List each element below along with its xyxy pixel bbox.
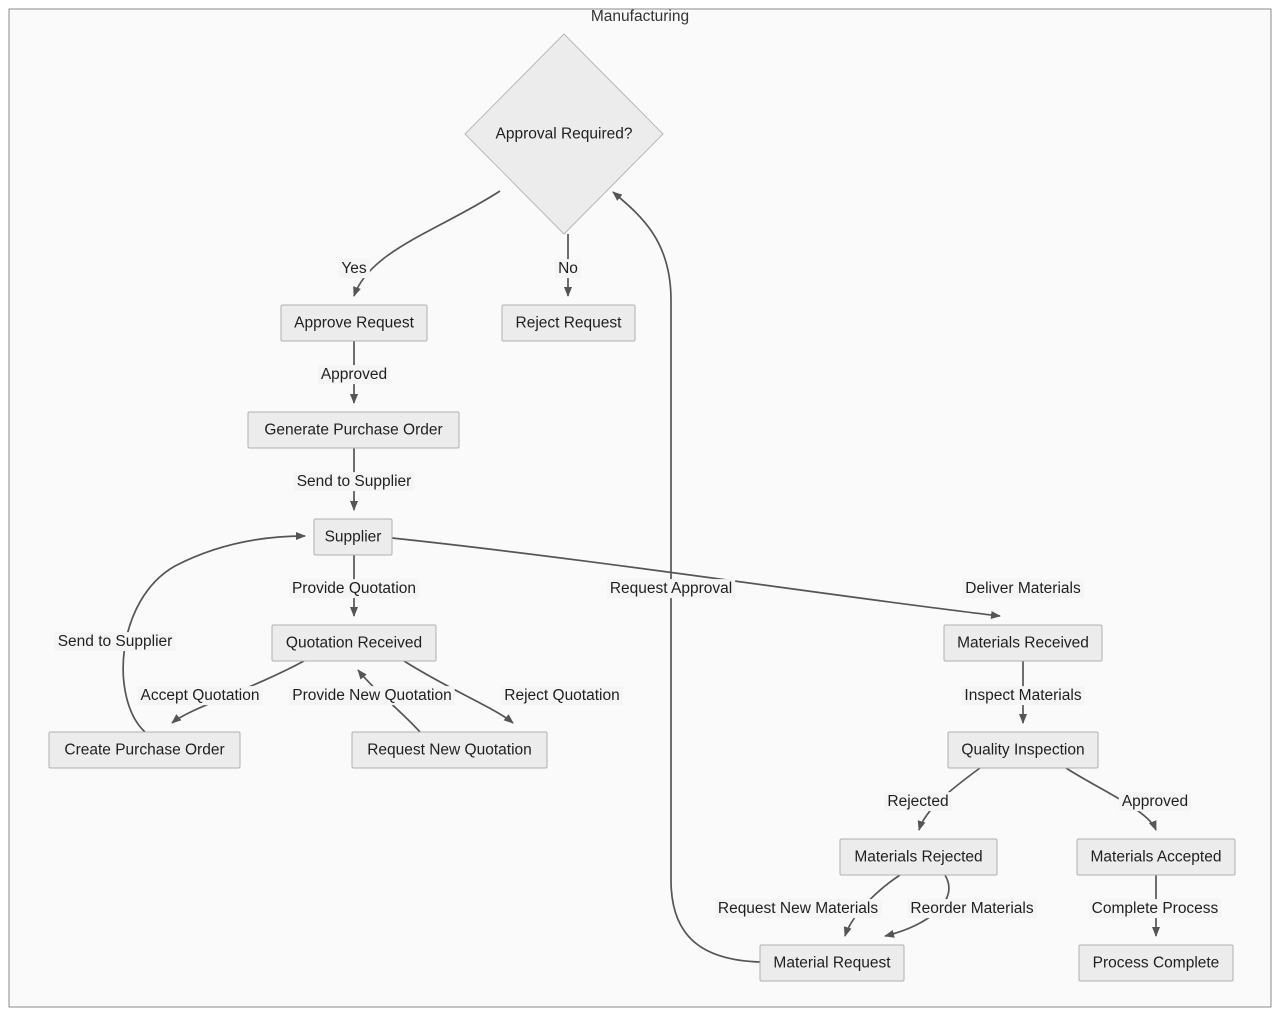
node-label-request_new_quotation: Request New Quotation xyxy=(367,742,532,759)
node-label-materials_received: Materials Received xyxy=(957,635,1089,652)
edge-label: Complete Process xyxy=(1088,899,1222,919)
edge-label: Send to Supplier xyxy=(293,472,415,492)
edge-label-text: Request New Materials xyxy=(718,900,878,917)
node-quotation_received[interactable]: Quotation Received xyxy=(271,624,437,662)
edge-label-text: Rejected xyxy=(887,793,948,810)
edge-label: Approved xyxy=(317,365,391,385)
edge-label-text: Reorder Materials xyxy=(910,900,1033,917)
edge-label-text: Send to Supplier xyxy=(297,473,412,490)
diagram-canvas: Manufacturing Approval Required? Approve … xyxy=(0,0,1280,1016)
edge-label-text: Inspect Materials xyxy=(964,687,1081,704)
edge-label: Reject Quotation xyxy=(501,686,623,706)
node-label-quality_inspection: Quality Inspection xyxy=(961,742,1084,759)
node-quality_inspection[interactable]: Quality Inspection xyxy=(947,731,1099,769)
edge-label: Yes xyxy=(338,259,370,279)
node-label-quotation_received: Quotation Received xyxy=(286,635,422,652)
node-label-reject_request: Reject Request xyxy=(516,315,623,332)
edge-label: Approved xyxy=(1118,792,1192,812)
node-approve_request[interactable]: Approve Request xyxy=(280,304,428,342)
edge-label-text: Request Approval xyxy=(610,580,732,597)
node-label-materials_rejected: Materials Rejected xyxy=(854,849,982,866)
node-create_purchase_order[interactable]: Create Purchase Order xyxy=(48,731,241,769)
edge-label: Provide Quotation xyxy=(288,579,420,599)
edge-label-text: Send to Supplier xyxy=(58,633,173,650)
node-label-create_purchase_order: Create Purchase Order xyxy=(64,742,224,759)
node-process_complete[interactable]: Process Complete xyxy=(1078,944,1234,982)
edge-label-text: No xyxy=(558,260,578,277)
node-supplier[interactable]: Supplier xyxy=(313,518,393,556)
flowchart-svg: Manufacturing Approval Required? Approve … xyxy=(8,8,1272,1008)
edge-label: Rejected xyxy=(884,792,952,812)
node-materials_rejected[interactable]: Materials Rejected xyxy=(839,838,998,876)
edge-label-text: Accept Quotation xyxy=(141,687,260,704)
edge-label-text: Reject Quotation xyxy=(504,687,619,704)
edge-label: Accept Quotation xyxy=(137,686,263,706)
edge-label: Provide New Quotation xyxy=(289,686,455,706)
edge-label: Reorder Materials xyxy=(907,899,1037,919)
node-label-material_request: Material Request xyxy=(773,955,891,972)
edge-label: Send to Supplier xyxy=(54,632,176,652)
edge-label-text: Deliver Materials xyxy=(965,580,1081,597)
cluster-title: Manufacturing xyxy=(591,8,689,25)
node-request_new_quotation[interactable]: Request New Quotation xyxy=(351,731,548,769)
edge-label-text: Complete Process xyxy=(1092,900,1219,917)
node-material_request[interactable]: Material Request xyxy=(759,944,905,982)
node-label-materials_accepted: Materials Accepted xyxy=(1091,849,1222,866)
edge-label: Inspect Materials xyxy=(961,686,1085,706)
node-label-process_complete: Process Complete xyxy=(1093,955,1220,972)
node-generate_purchase_order[interactable]: Generate Purchase Order xyxy=(247,411,460,449)
edge-label-text: Yes xyxy=(341,260,367,277)
edge-label-text: Provide New Quotation xyxy=(292,687,451,704)
node-label-approval_required: Approval Required? xyxy=(495,126,632,143)
edge-label: Request New Materials xyxy=(714,899,882,919)
node-label-supplier: Supplier xyxy=(325,529,382,546)
edge-label-text: Approved xyxy=(321,366,387,383)
node-label-approve_request: Approve Request xyxy=(294,315,414,332)
edge-label-text: Approved xyxy=(1122,793,1188,810)
node-label-generate_purchase_order: Generate Purchase Order xyxy=(264,422,442,439)
edge-label: No xyxy=(555,259,581,279)
edge-label: Deliver Materials xyxy=(962,579,1084,599)
node-materials_accepted[interactable]: Materials Accepted xyxy=(1076,838,1236,876)
edge-label-text: Provide Quotation xyxy=(292,580,416,597)
edge-label: Request Approval xyxy=(606,579,736,599)
node-reject_request[interactable]: Reject Request xyxy=(501,304,636,342)
node-materials_received[interactable]: Materials Received xyxy=(943,624,1103,662)
